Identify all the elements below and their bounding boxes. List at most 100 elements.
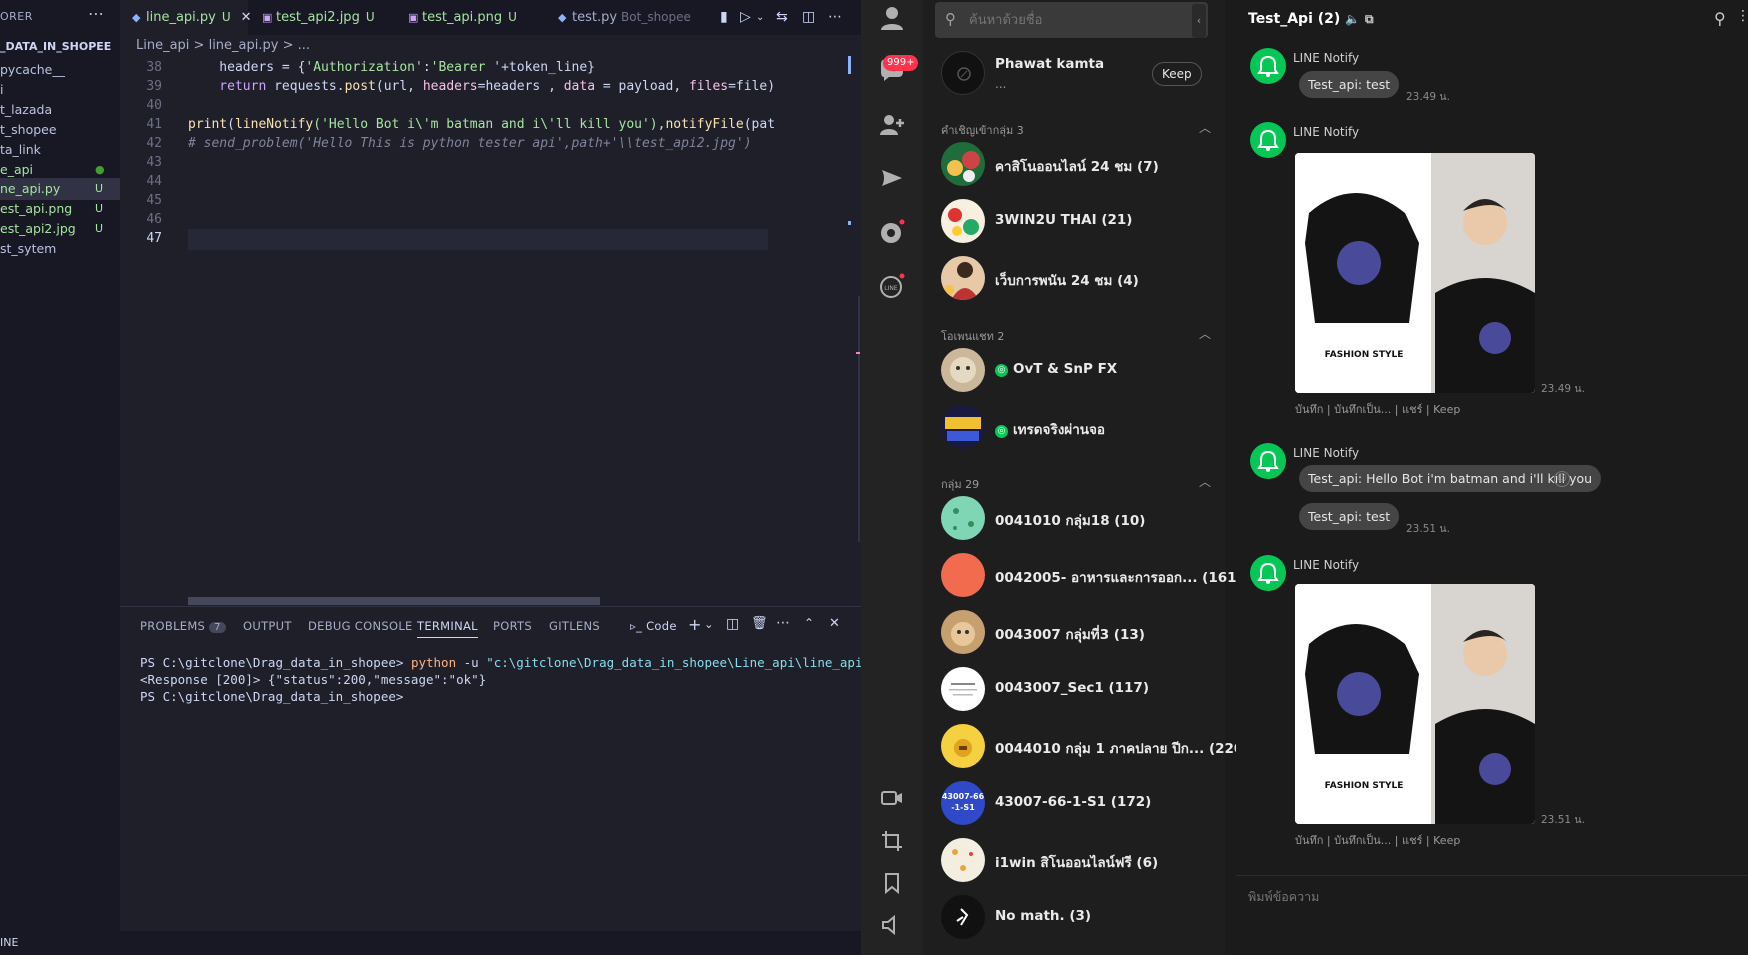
message-composer[interactable] [1236,875,1748,955]
more-icon[interactable]: ⋮ [1736,8,1748,24]
terminal-shell-selector[interactable]: ▹_ Code [630,619,677,633]
close-panel-icon[interactable]: ✕ [829,616,840,631]
message-image[interactable]: FASHION STYLE [1295,584,1535,824]
code-token: =headers , [477,79,564,94]
message-bubble[interactable]: Test_api: test [1299,503,1400,530]
chat-item[interactable]: No math. (3) [923,889,1225,946]
search-icon[interactable]: ⚲ [1714,9,1726,28]
run-dropdown-icon[interactable]: ⌄ [756,0,764,35]
code-editor[interactable]: 38 39 40 41 42 43 44 45 46 47 headers = … [120,56,964,606]
scroll-marker [848,221,851,225]
chat-item[interactable]: 3WIN2U THAI (21) [923,193,1225,250]
scroll-thumb[interactable] [858,296,860,542]
chat-name: 0042005- อาหารและการออก... (161) [995,570,1243,586]
line-services-icon[interactable]: LINE [878,272,906,300]
chat-item[interactable]: เว็บการพนัน 24 ชม (4) [923,250,1225,307]
compare-icon[interactable]: ⇆ [776,0,788,35]
tree-item[interactable]: pycache__ [0,59,120,81]
message-image[interactable]: FASHION STYLE [1295,153,1535,393]
tab-ports[interactable]: PORTS [493,619,532,633]
breadcrumb[interactable]: Line_api > line_api.py > ... [136,36,310,56]
bell-icon[interactable] [1250,48,1286,84]
keep-button[interactable]: Keep [1152,62,1202,86]
tab-output[interactable]: OUTPUT [243,619,292,633]
mute-icon[interactable]: 🔈 [1345,12,1360,26]
terminal-flag: -u [456,655,487,670]
more-actions-icon[interactable]: ⋯ [828,0,842,35]
chat-item[interactable]: คาสิโนออนไลน์ 24 ชม (7) [923,136,1225,193]
bookmark-icon[interactable] [878,871,906,899]
tree-item[interactable]: i [0,79,120,101]
chat-item[interactable]: 0044010 กลุ่ม 1 ภาคปลาย ปีก... (220) [923,718,1249,775]
message-bubble[interactable]: Test_api: test [1299,71,1400,98]
tab-label: test.py [572,10,618,25]
tree-item[interactable]: est_api2.jpg U [0,218,120,240]
chat-item[interactable]: 0041010 กลุ่ม18 (10) [923,490,1225,547]
search-input[interactable] [969,8,1199,32]
tab-test-py[interactable]: ◆ test.py Bot_shopee [546,0,702,35]
tab-line-api[interactable]: ◆ line_api.py U ✕ [120,0,252,35]
split-terminal-icon[interactable]: ◫ [726,616,740,632]
code-comment: # send_problem('Hello This is python tes… [188,136,752,151]
collapse-icon[interactable]: ︿ [1199,473,1211,490]
collapse-icon[interactable]: ︿ [1199,325,1211,342]
code-token: data [563,79,596,94]
split-editor-icon[interactable]: ◫ [802,0,815,35]
chat-search[interactable]: ⚲ [935,2,1208,38]
chat-item[interactable]: ◎ เทรดจริงผ่านจอ [923,399,1225,456]
tab-problems[interactable]: PROBLEMS 7 [140,619,226,633]
bell-icon[interactable] [1250,555,1286,591]
explorer-more-icon[interactable]: ⋯ [88,4,104,23]
maximize-panel-icon[interactable]: ⌃ [804,616,814,630]
tab-gitlens[interactable]: GITLENS [549,619,600,633]
line-number: 38 [146,60,162,75]
image-actions[interactable]: บันทึก | บันทึกเป็น... | แชร์ | Keep [1295,831,1460,849]
tab-debug-console[interactable]: DEBUG CONSOLE [308,619,413,633]
more-icon[interactable]: ⋯ [776,615,790,631]
reaction-icon[interactable]: ☺ [1554,471,1570,487]
chat-pane: Test_Api (2) 🔈 ⧉ ⚲ ⋮ LINE Notify Test_ap… [1236,0,1748,955]
bell-icon[interactable] [1250,443,1286,479]
message-input[interactable] [1248,884,1728,908]
chat-item[interactable]: i1win สิโนออนไลน์ฟรี (6) [923,832,1225,889]
terminal-dropdown-icon[interactable]: ⌄ [704,617,714,631]
collapse-list-icon[interactable]: ‹ [1192,4,1206,38]
shell-label: Code [646,619,677,633]
add-friend-icon[interactable] [878,111,906,139]
collapse-icon[interactable]: ︿ [1199,119,1211,136]
speaker-icon[interactable] [878,913,906,941]
image-actions[interactable]: บันทึก | บันทึกเป็น... | แชร์ | Keep [1295,400,1460,418]
profile-icon[interactable] [878,4,906,32]
voom-icon[interactable] [878,164,906,192]
chat-item[interactable]: 43007-66-1-S1 43007-66-1-S1 (172) [923,775,1225,832]
current-line-highlight [188,229,768,250]
video-call-icon[interactable] [878,786,906,814]
tree-item[interactable]: st_sytem [0,238,120,260]
editor-horizontal-scrollbar[interactable] [188,597,600,605]
note-icon[interactable]: ⧉ [1365,12,1374,26]
image-file-icon: ▣ [408,11,419,24]
run-icon[interactable]: ▷ [740,0,751,35]
chat-item[interactable]: 0043007_Sec1 (117) [923,661,1225,718]
trash-icon[interactable]: 🗑 [751,616,768,631]
chat-item-pinned[interactable]: Phawat kamta ... Keep [923,45,1225,102]
chat-item[interactable]: ◎ OvT & SnP FX [923,342,1225,399]
editor-vertical-scrollbar[interactable] [848,56,860,544]
crop-screenshot-icon[interactable] [878,829,906,857]
chat-item[interactable]: 0042005- อาหารและการออก... (161) [923,547,1243,604]
terminal-prompt[interactable]: PS C:\gitclone\Drag_data_in_shopee> [140,688,403,705]
bell-icon[interactable] [1250,122,1286,158]
tree-item[interactable]: est_api.png U [0,198,120,220]
tab-terminal[interactable]: TERMINAL [417,619,478,638]
explorer-root-folder[interactable]: _DATA_IN_SHOPEE [0,37,120,57]
openchat-icon[interactable] [878,218,906,246]
tree-item-active[interactable]: ne_api.py U [0,178,120,200]
chat-item[interactable]: 0043007 กลุ่มที่3 (13) [923,604,1225,661]
new-terminal-icon[interactable]: + [688,615,702,634]
tree-item[interactable]: t_shopee [0,119,120,141]
tab-test-api2[interactable]: ▣ test_api2.jpg U [250,0,384,35]
tree-item[interactable]: ta_link [0,139,120,161]
tree-item[interactable]: t_lazada [0,99,120,121]
tab-test-api[interactable]: ▣ test_api.png U [396,0,536,35]
bookmark-icon[interactable]: ▮ [720,0,728,35]
